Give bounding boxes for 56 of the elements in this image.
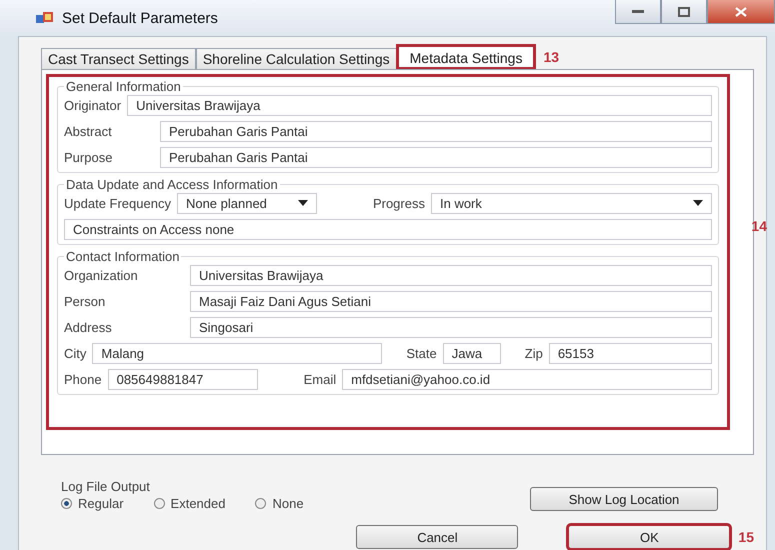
caret-icon (298, 200, 308, 206)
dropdown[interactable]: In work (430, 192, 712, 214)
text-field[interactable]: mfdsetiani@yahoo.co.id (342, 368, 712, 390)
maximize-icon (678, 6, 690, 16)
app-icon (36, 11, 54, 25)
group-title: Data Update and Access Information (65, 177, 279, 192)
radio-label[interactable]: None (272, 496, 304, 511)
text-field[interactable]: Perubahan Garis Pantai (160, 120, 712, 142)
field-label: Organization (64, 268, 139, 282)
window-title: Set Default Parameters (62, 10, 218, 26)
group-title: Log File Output (61, 479, 151, 494)
field-label: Zip (524, 346, 543, 360)
field-label: City (64, 346, 86, 360)
field-label: Address (64, 320, 113, 334)
maximize-button[interactable] (661, 0, 707, 24)
field-label: Purpose (64, 150, 114, 164)
text-field[interactable]: 085649881847 (108, 368, 258, 390)
text-field[interactable]: Universitas Brawijaya (190, 264, 712, 286)
field-label: Email (304, 372, 336, 386)
annotation-number: 14 (751, 218, 767, 234)
dropdown[interactable]: None planned (176, 192, 317, 214)
annotation-number: 13 (542, 49, 560, 65)
annotation-number: 15 (737, 529, 754, 545)
text-field[interactable]: Perubahan Garis Pantai (160, 146, 712, 168)
field-label: Originator (64, 98, 122, 112)
minimize-button[interactable] (615, 0, 661, 24)
radio-button[interactable] (255, 498, 266, 509)
field-label: Abstract (64, 124, 113, 138)
radio-button[interactable] (154, 498, 165, 509)
text-field[interactable]: Universitas Brawijaya (127, 94, 712, 116)
show-log-button[interactable]: Show Log Location (530, 487, 718, 511)
field-label: Phone (64, 372, 102, 386)
text-field[interactable]: Singosari (190, 316, 712, 338)
close-icon (735, 6, 747, 16)
text-field[interactable]: Malang (92, 342, 382, 364)
text-field[interactable]: Jawa (442, 342, 501, 364)
radio-button[interactable] (61, 498, 72, 509)
dialog-button[interactable]: Cancel (356, 525, 518, 549)
minimize-icon (632, 10, 644, 14)
text-field[interactable]: Constraints on Access none (64, 218, 712, 240)
dialog-button[interactable]: OK (568, 525, 730, 549)
group-title: Contact Information (65, 249, 180, 264)
field-label: State (406, 346, 437, 360)
close-button[interactable] (707, 0, 775, 24)
text-field[interactable]: Masaji Faiz Dani Agus Setiani (190, 290, 712, 312)
tab[interactable]: Shoreline Calculation Settings (196, 48, 397, 69)
field-label: Person (64, 294, 106, 308)
field-label: Update Frequency (64, 196, 171, 210)
caret-icon (693, 200, 703, 206)
text-field[interactable]: 65153 (548, 342, 712, 364)
radio-label[interactable]: Extended (170, 496, 226, 511)
field-label: Progress (372, 196, 425, 210)
tab[interactable]: Metadata Settings (396, 45, 536, 69)
tab[interactable]: Cast Transect Settings (41, 48, 196, 69)
radio-label[interactable]: Regular (78, 496, 124, 511)
group-title: General Information (65, 79, 182, 94)
